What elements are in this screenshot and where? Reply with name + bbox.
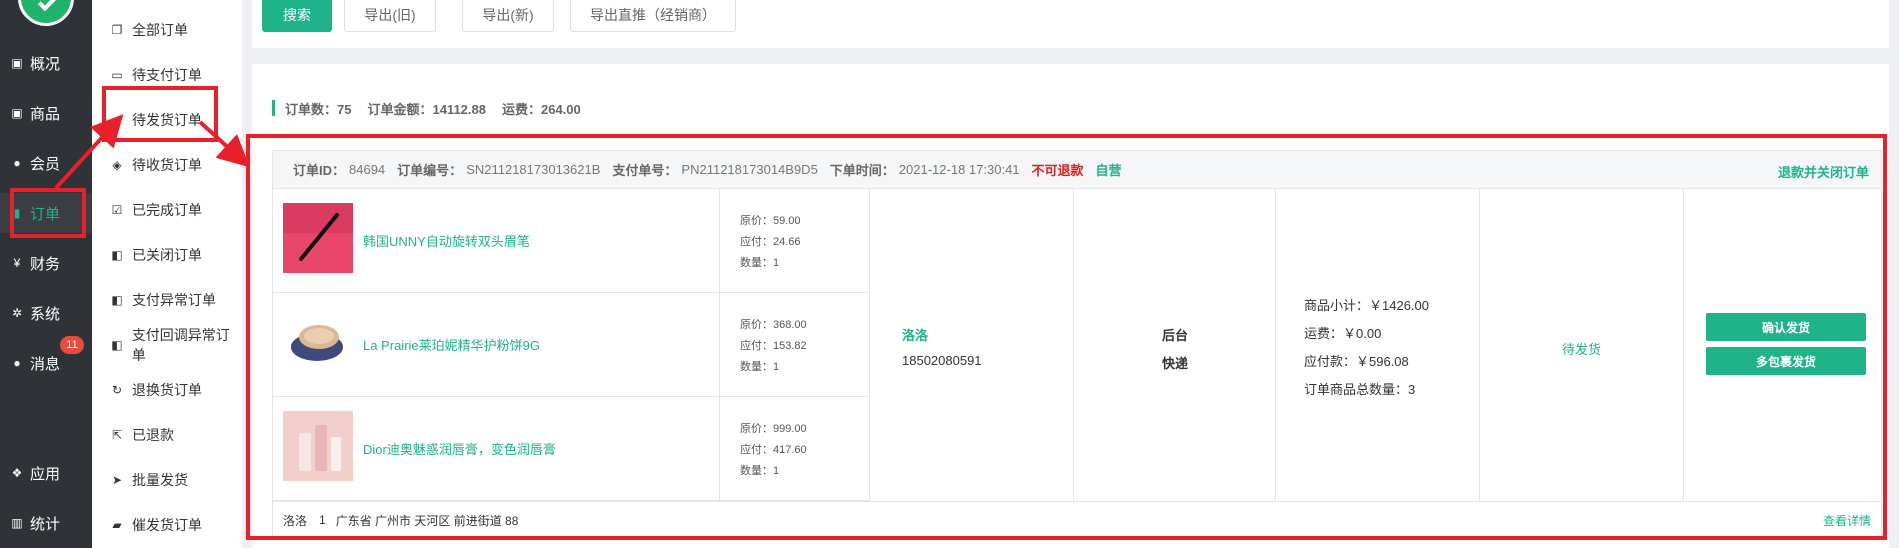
subnav-item-all[interactable]: ❐ 全部订单 bbox=[92, 10, 242, 50]
cup-icon: ◧ bbox=[111, 338, 123, 352]
share-icon: ⇱ bbox=[111, 428, 123, 442]
subnav-label: 支付异常订单 bbox=[132, 292, 216, 308]
subnav-label: 催发货订单 bbox=[132, 517, 202, 533]
nav-label: 消息 bbox=[30, 355, 61, 373]
annotation-box-orders bbox=[10, 188, 86, 238]
message-icon: ● bbox=[13, 356, 21, 370]
export-push-button[interactable]: 导出直推（经销商） bbox=[570, 0, 736, 32]
card-icon: ▭ bbox=[111, 68, 123, 82]
subnav-item-urge-ship[interactable]: ▰ 催发货订单 bbox=[92, 505, 242, 545]
nav-label: 财务 bbox=[30, 255, 61, 273]
logo bbox=[18, 0, 74, 26]
system-icon: ✲ bbox=[11, 306, 23, 320]
dropbox-icon: ◈ bbox=[112, 158, 122, 172]
subnav-label: 已退款 bbox=[132, 427, 174, 443]
nav-item-overview[interactable]: ▣ 概况 bbox=[0, 43, 92, 83]
refresh-icon: ↻ bbox=[111, 383, 123, 397]
nav-item-apps[interactable]: ❖ 应用 bbox=[0, 453, 92, 493]
overview-icon: ▣ bbox=[11, 56, 23, 70]
copy-icon: ❐ bbox=[111, 23, 123, 37]
subnav-label: 待收货订单 bbox=[132, 157, 202, 173]
subnav-label: 已关闭订单 bbox=[132, 247, 202, 263]
apps-icon: ❖ bbox=[11, 466, 23, 480]
order-shipping: 运费：264.00 bbox=[501, 101, 581, 117]
primary-sidebar: ▣ 概况 ▣ 商品 ● 会员 ▮ 订单 ¥ 财务 ✲ 系统 ● 消息 11 ❖ … bbox=[0, 0, 92, 548]
goods-icon: ▣ bbox=[11, 106, 23, 120]
subnav-item-completed[interactable]: ☑ 已完成订单 bbox=[92, 190, 242, 230]
message-badge: 11 bbox=[60, 336, 84, 354]
subnav-label: 全部订单 bbox=[132, 22, 188, 38]
subnav-item-batch-ship[interactable]: ➤ 批量发货 bbox=[92, 460, 242, 500]
nav-label: 会员 bbox=[30, 155, 61, 173]
subnav-item-returns[interactable]: ↻ 退换货订单 bbox=[92, 370, 242, 410]
stats-icon: ▥ bbox=[11, 516, 23, 530]
subnav-item-pending-receive[interactable]: ◈ 待收货订单 bbox=[92, 145, 242, 185]
nav-label: 统计 bbox=[30, 515, 61, 533]
nav-item-stats[interactable]: ▥ 统计 bbox=[0, 503, 92, 543]
order-count: 订单数：75 bbox=[285, 101, 352, 117]
subnav-label: 退换货订单 bbox=[132, 382, 202, 398]
finance-icon: ¥ bbox=[13, 256, 21, 270]
cup-icon: ◧ bbox=[111, 248, 123, 262]
nav-item-finance[interactable]: ¥ 财务 bbox=[0, 243, 92, 283]
annotation-box-order-card bbox=[246, 134, 1887, 540]
nav-item-members[interactable]: ● 会员 bbox=[0, 143, 92, 183]
truck-icon: ▰ bbox=[112, 518, 122, 532]
nav-item-goods[interactable]: ▣ 商品 bbox=[0, 93, 92, 133]
order-subnav: ❐ 全部订单 ▭ 待支付订单 ▰ 待发货订单 ◈ 待收货订单 ☑ 已完成订单 ◧ 已关闭订单… bbox=[92, 0, 242, 548]
export-new-button[interactable]: 导出(新) bbox=[462, 0, 554, 32]
subnav-label: 已完成订单 bbox=[132, 202, 202, 218]
search-button[interactable]: 搜索 bbox=[262, 0, 332, 32]
order-amount: 订单金额：14112.88 bbox=[367, 101, 486, 117]
subnav-item-refunded[interactable]: ⇱ 已退款 bbox=[92, 415, 242, 455]
toolbar: 搜索 导出(旧) 导出(新) 导出直推（经销商） bbox=[252, 0, 1889, 48]
cup-icon: ◧ bbox=[111, 293, 123, 307]
subnav-label: 批量发货 bbox=[132, 472, 188, 488]
export-old-button[interactable]: 导出(旧) bbox=[344, 0, 436, 32]
subnav-item-pay-error[interactable]: ◧ 支付异常订单 bbox=[92, 280, 242, 320]
subnav-label: 待支付订单 bbox=[132, 67, 202, 83]
subnav-item-callback-error[interactable]: ◧ 支付回调异常订单 bbox=[92, 325, 242, 365]
nav-label: 商品 bbox=[30, 105, 61, 123]
subnav-label: 支付回调异常订单 bbox=[131, 327, 230, 363]
paper-plane-icon: ➤ bbox=[111, 473, 123, 487]
nav-label: 概况 bbox=[30, 55, 61, 73]
members-icon: ● bbox=[13, 156, 21, 170]
check-square-icon: ☑ bbox=[111, 203, 123, 217]
nav-label: 系统 bbox=[30, 305, 61, 323]
order-summary: 订单数：75 订单金额：14112.88 运费：264.00 bbox=[272, 100, 581, 117]
annotation-box-pending-ship bbox=[102, 86, 218, 142]
subnav-item-closed[interactable]: ◧ 已关闭订单 bbox=[92, 235, 242, 275]
nav-label: 应用 bbox=[30, 465, 61, 483]
nav-item-system[interactable]: ✲ 系统 bbox=[0, 293, 92, 333]
